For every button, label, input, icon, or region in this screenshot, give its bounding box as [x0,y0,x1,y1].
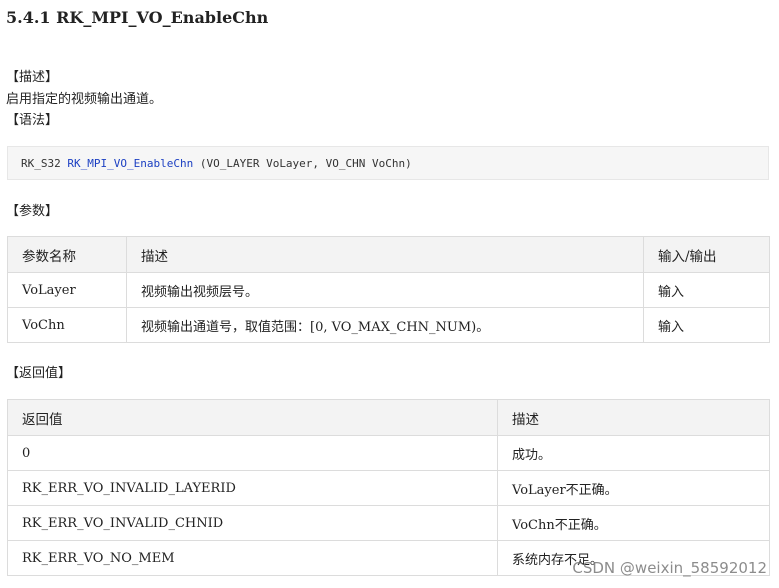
code-args: (VO_LAYER VoLayer, VO_CHN VoChn) [199,157,412,170]
table-cell: 视频输出通道号，取值范围：[0, VO_MAX_CHN_NUM)。 [126,307,644,343]
table-row: 0 成功。 [7,435,770,471]
table-cell: RK_ERR_VO_INVALID_CHNID [7,505,498,541]
table-cell: VoLayer不正确。 [497,470,770,506]
header-cell: 描述 [497,399,770,436]
table-cell: VoLayer [7,272,127,308]
code-block: RK_S32 RK_MPI_VO_EnableChn (VO_LAYER VoL… [7,146,769,180]
code-function-name: RK_MPI_VO_EnableChn [67,157,194,170]
table-cell: 输入 [643,272,770,308]
header-cell: 描述 [126,236,644,273]
code-return-type: RK_S32 [21,157,61,170]
table-cell: VoChn [7,307,127,343]
description-text: 启用指定的视频输出通道。 [6,92,163,107]
table-cell: RK_ERR_VO_INVALID_LAYERID [7,470,498,506]
return-label: 【返回值】 [6,366,72,381]
table-row: RK_ERR_VO_INVALID_CHNID VoChn不正确。 [7,505,770,541]
table-cell: RK_ERR_VO_NO_MEM [7,540,498,576]
watermark: CSDN @weixin_58592012 [572,559,767,577]
params-table: 参数名称 描述 输入/输出 VoLayer 视频输出视频层号。 输入 VoChn… [7,236,770,343]
params-label: 【参数】 [6,204,59,219]
return-table: 返回值 描述 0 成功。 RK_ERR_VO_INVALID_LAYERID V… [7,399,770,576]
section-title: 5.4.1 RK_MPI_VO_EnableChn [6,8,269,27]
table-cell: 成功。 [497,435,770,471]
table-header-row: 返回值 描述 [7,399,770,436]
header-cell: 返回值 [7,399,498,436]
table-row: VoLayer 视频输出视频层号。 输入 [7,272,770,308]
syntax-label: 【语法】 [6,113,59,128]
table-cell: VoChn不正确。 [497,505,770,541]
table-row: VoChn 视频输出通道号，取值范围：[0, VO_MAX_CHN_NUM)。 … [7,307,770,343]
table-header-row: 参数名称 描述 输入/输出 [7,236,770,273]
table-cell: 输入 [643,307,770,343]
table-row: RK_ERR_VO_INVALID_LAYERID VoLayer不正确。 [7,470,770,506]
table-cell: 0 [7,435,498,471]
header-cell: 输入/输出 [643,236,770,273]
header-cell: 参数名称 [7,236,127,273]
description-label: 【描述】 [6,70,59,85]
table-cell: 视频输出视频层号。 [126,272,644,308]
